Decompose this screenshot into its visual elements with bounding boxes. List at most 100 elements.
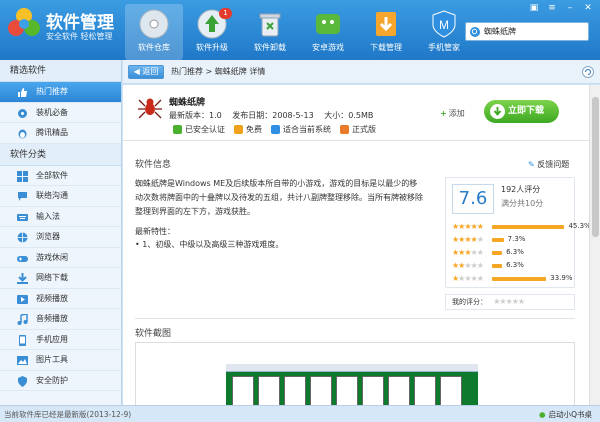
rating-row-bar bbox=[492, 277, 547, 281]
rating-max: 满分共10分 bbox=[501, 199, 544, 208]
tag-label: 已安全认证 bbox=[185, 125, 225, 134]
nav-label: 下载管理 bbox=[370, 43, 402, 52]
my-rating-stars[interactable]: ★★★★★ bbox=[493, 297, 525, 306]
card bbox=[362, 376, 384, 405]
my-rating[interactable]: 我的评分： ★★★★★ bbox=[445, 294, 575, 310]
sidebar-item-tencent[interactable]: 腾讯精品 bbox=[0, 123, 121, 144]
rating-row-bar bbox=[492, 251, 503, 255]
minimize-button[interactable]: – bbox=[562, 2, 578, 14]
sidebar-item-all[interactable]: 全部软件 bbox=[0, 166, 121, 186]
browser-icon bbox=[17, 232, 28, 243]
search-input[interactable]: 蜘蛛纸牌 bbox=[465, 22, 589, 41]
refresh-icon[interactable] bbox=[582, 66, 594, 78]
download-button[interactable]: 立即下载 bbox=[484, 100, 559, 123]
sidebar-item-security[interactable]: 安全防护 bbox=[0, 371, 121, 391]
sidebar-item-video[interactable]: 视频播放 bbox=[0, 289, 121, 309]
rating-row-percent: 7.3% bbox=[507, 235, 526, 243]
add-label: 添加 bbox=[448, 109, 465, 118]
sidebar-item-hot[interactable]: 热门推荐 bbox=[0, 82, 121, 103]
sidebar: 精选软件 热门推荐 装机必备 腾讯精品 软件分类 全部软件 联络沟通 输入法 浏… bbox=[0, 60, 122, 405]
tag-label: 正式版 bbox=[352, 125, 376, 134]
back-arrow-icon: ◀ bbox=[133, 67, 140, 76]
sidebar-item-image-tools[interactable]: 图片工具 bbox=[0, 350, 121, 371]
rating-row-stars: ★★★★★ bbox=[452, 261, 484, 270]
status-bar: 当前软件库已经是最新版(2013-12-9) ● 启动小Q书桌 bbox=[0, 405, 600, 422]
sidebar-item-games[interactable]: 游戏休闲 bbox=[0, 248, 121, 268]
sidebar-item-label: 视频播放 bbox=[36, 293, 68, 303]
rating-row: ★★★★★ 33.9% bbox=[452, 274, 572, 284]
tag-label: 适合当前系统 bbox=[283, 125, 331, 134]
add-icon: + bbox=[440, 109, 447, 118]
sidebar-item-label: 手机应用 bbox=[36, 334, 68, 344]
rating-row: ★★★★★ 7.3% bbox=[452, 235, 572, 245]
window-controls: ▣ ≡ – ✕ bbox=[526, 2, 596, 14]
app-release-date: 发布日期：2008-5-13 bbox=[232, 111, 314, 120]
nav-software-repo[interactable]: 软件仓库 bbox=[125, 4, 183, 60]
shield-icon bbox=[18, 375, 27, 387]
rating-row-percent: 33.9% bbox=[550, 274, 573, 282]
tag-compatible: 适合当前系统 bbox=[271, 124, 331, 135]
sidebar-item-label: 游戏休闲 bbox=[36, 252, 68, 262]
detail-panel: 蜘蛛纸牌 最新版本：1.0 发布日期：2008-5-13 大小：0.5MB 已安… bbox=[123, 85, 600, 405]
nav-software-uninstall[interactable]: 软件卸载 bbox=[241, 4, 299, 60]
sidebar-item-label: 图片工具 bbox=[36, 355, 68, 364]
nav-android-games[interactable]: 安卓游戏 bbox=[299, 4, 357, 60]
app-meta: 最新版本：1.0 发布日期：2008-5-13 大小：0.5MB bbox=[169, 110, 381, 121]
sidebar-item-label: 全部软件 bbox=[36, 170, 68, 180]
close-button[interactable]: ✕ bbox=[580, 2, 596, 14]
my-rating-label: 我的评分： bbox=[452, 298, 487, 306]
sidebar-section-featured: 精选软件 bbox=[0, 60, 121, 82]
rating-row: ★★★★★ 45.3% bbox=[452, 222, 591, 232]
sidebar-item-chat[interactable]: 联络沟通 bbox=[0, 186, 121, 207]
sidebar-item-phone[interactable]: 手机应用 bbox=[0, 330, 121, 350]
nav-label: 软件升级 bbox=[196, 43, 228, 52]
spider-icon bbox=[138, 98, 162, 119]
card bbox=[414, 376, 436, 405]
rating-row: ★★★★★ 6.3% bbox=[452, 248, 572, 258]
screenshot-menubar bbox=[226, 364, 478, 372]
app-description: 蜘蛛纸牌是Windows ME及后续版本所自带的小游戏，游戏的目标是以最少的移动… bbox=[135, 179, 423, 216]
rating-row-percent: 6.3% bbox=[506, 261, 524, 269]
feedback-link[interactable]: ✎ 反馈问题 bbox=[528, 159, 569, 170]
thumb-icon bbox=[18, 88, 27, 97]
nav-download-manager[interactable]: 下载管理 bbox=[357, 4, 415, 60]
tag-official: 正式版 bbox=[340, 124, 376, 135]
card bbox=[388, 376, 410, 405]
tag-certified: 已安全认证 bbox=[173, 124, 225, 135]
nav-label: 软件卸载 bbox=[254, 43, 286, 52]
rating-row-stars: ★★★★★ bbox=[452, 222, 484, 231]
app-header: 蜘蛛纸牌 最新版本：1.0 发布日期：2008-5-13 大小：0.5MB 已安… bbox=[123, 85, 600, 141]
download-manager-icon bbox=[376, 12, 396, 36]
rating-row-bar bbox=[492, 264, 503, 268]
nav-software-update[interactable]: 1 软件升级 bbox=[183, 4, 241, 60]
svg-text:M: M bbox=[439, 18, 449, 32]
sidebar-item-download[interactable]: 网络下载 bbox=[0, 268, 121, 289]
sidebar-item-essentials[interactable]: 装机必备 bbox=[0, 103, 121, 123]
gear-icon bbox=[18, 108, 27, 118]
gamepad-icon bbox=[17, 255, 28, 262]
launch-qdesk-button[interactable]: ● 启动小Q书桌 bbox=[539, 409, 592, 420]
download-arrow-icon bbox=[490, 104, 505, 119]
sidebar-item-browser[interactable]: 浏览器 bbox=[0, 227, 121, 248]
skin-button[interactable]: ▣ bbox=[526, 2, 542, 14]
back-button[interactable]: ◀ 返回 bbox=[128, 65, 164, 79]
app-size: 大小：0.5MB bbox=[324, 111, 374, 120]
sidebar-item-label: 网络下载 bbox=[36, 273, 68, 282]
qdesk-label: 启动小Q书桌 bbox=[548, 410, 592, 419]
card bbox=[310, 376, 332, 405]
menu-button[interactable]: ≡ bbox=[544, 2, 560, 14]
app-slogan: 安全软件 轻松管理 bbox=[46, 32, 113, 41]
app-screenshot[interactable] bbox=[226, 364, 478, 405]
trash-icon bbox=[259, 13, 281, 37]
sidebar-item-audio[interactable]: 音频播放 bbox=[0, 309, 121, 330]
sidebar-item-input-method[interactable]: 输入法 bbox=[0, 207, 121, 227]
detail-scrollbar[interactable] bbox=[589, 85, 600, 405]
official-icon bbox=[340, 125, 349, 134]
status-text: 当前软件库已经是最新版(2013-12-9) bbox=[4, 410, 132, 419]
add-button[interactable]: + 添加 bbox=[440, 108, 465, 119]
scroll-thumb[interactable] bbox=[592, 97, 599, 237]
nav-label: 安卓游戏 bbox=[312, 43, 344, 52]
sidebar-item-label: 装机必备 bbox=[36, 107, 68, 117]
chat-icon bbox=[18, 192, 27, 201]
card bbox=[284, 376, 306, 405]
